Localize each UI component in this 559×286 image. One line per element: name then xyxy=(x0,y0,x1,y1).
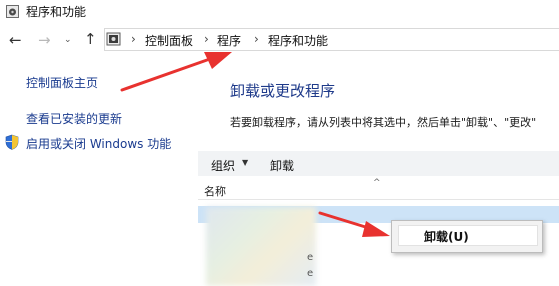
annotation-arrowhead xyxy=(204,52,232,69)
annotation-arrows xyxy=(120,52,390,237)
annotation-arrow-to-programs xyxy=(120,58,209,92)
annotation-arrow-to-uninstall xyxy=(318,211,374,231)
annotation-arrowhead xyxy=(362,221,390,237)
